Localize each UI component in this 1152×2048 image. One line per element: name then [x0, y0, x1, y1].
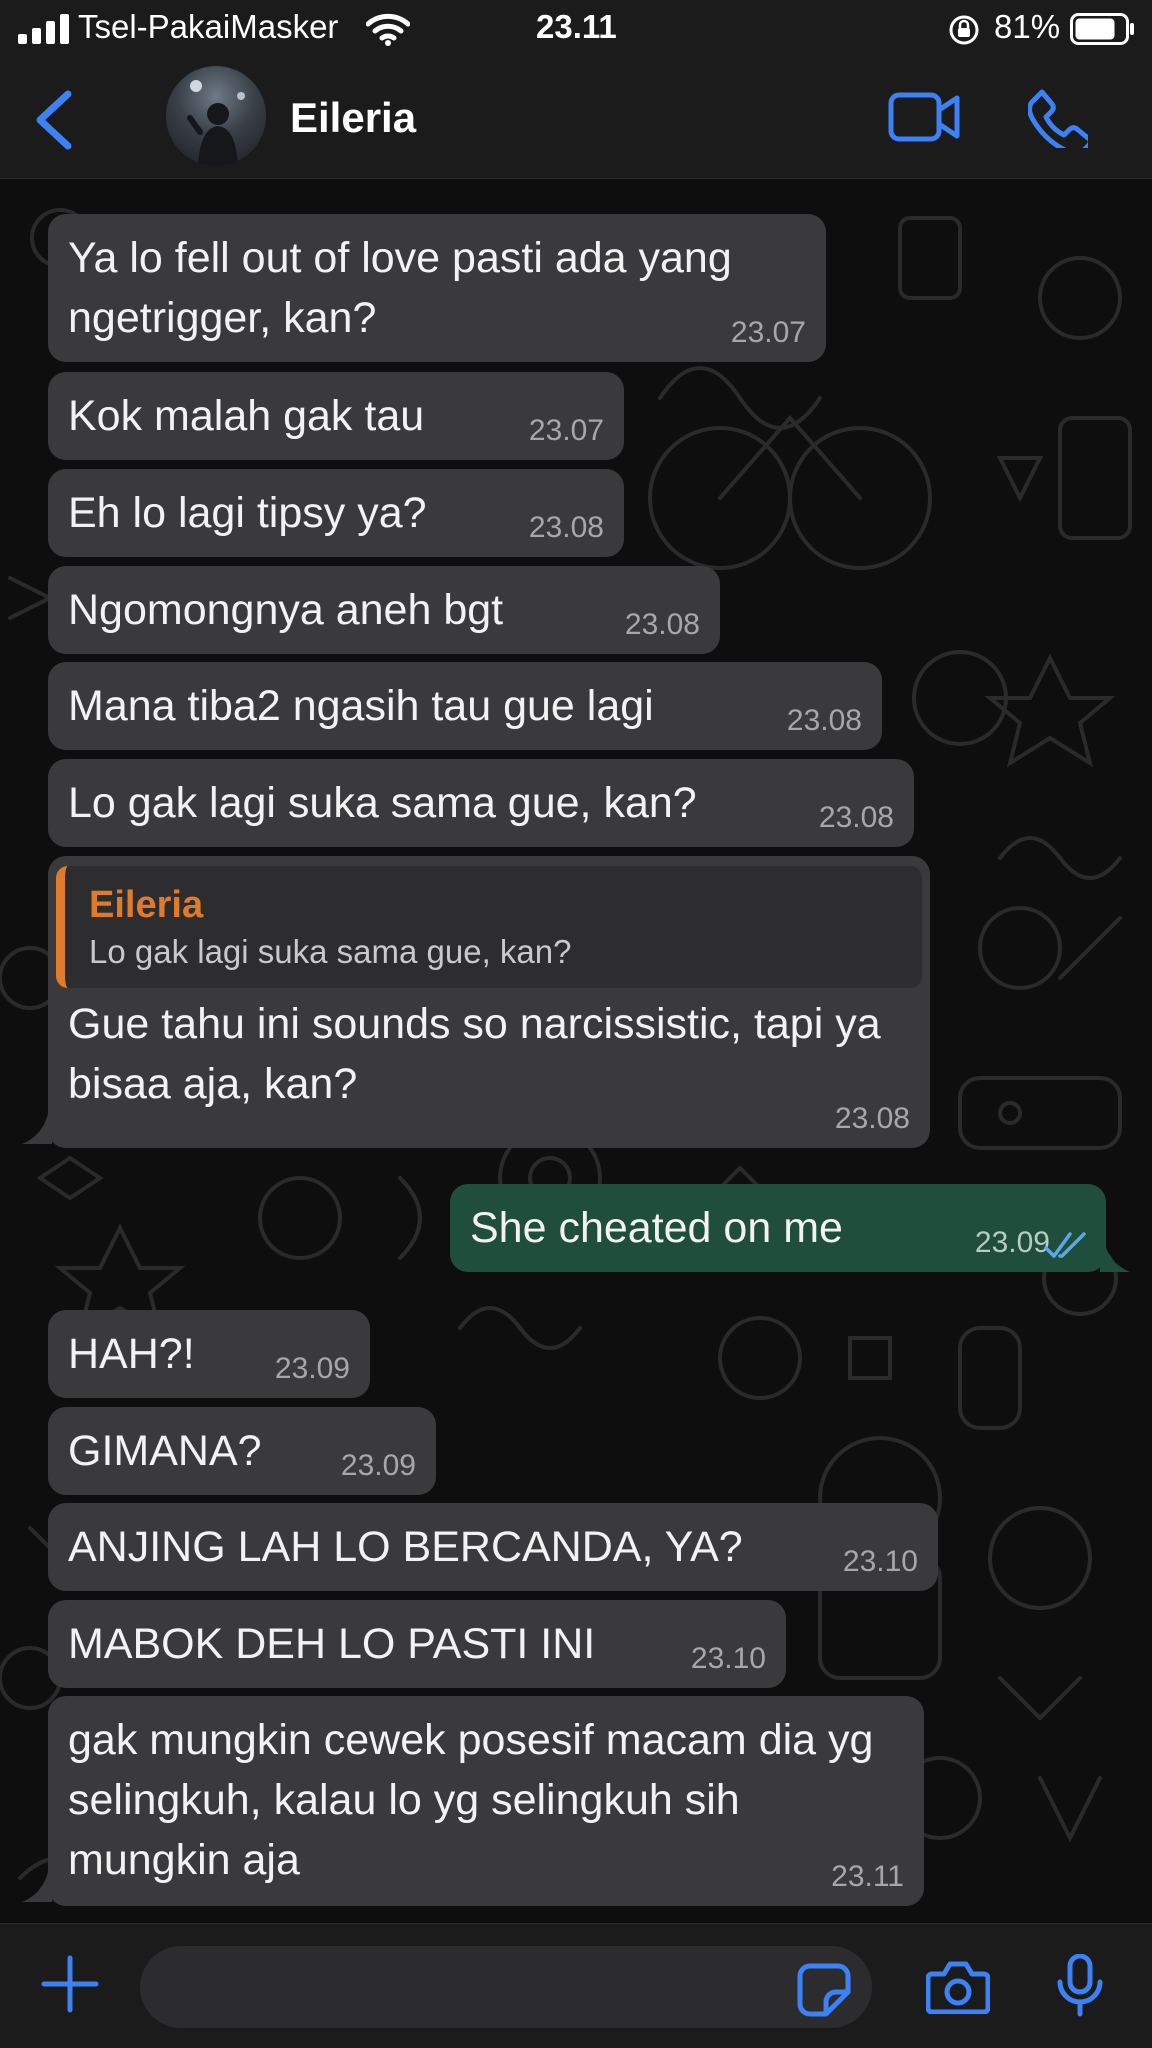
message-bubble-incoming[interactable]: Lo gak lagi suka sama gue, kan? 23.08: [48, 759, 914, 847]
message-bubble-incoming[interactable]: Ngomongnya aneh bgt 23.08: [48, 566, 720, 654]
message-time: 23.07: [528, 414, 604, 447]
carrier-name: Tsel-PakaiMasker: [78, 8, 339, 45]
chat-header: Eileria: [0, 60, 1152, 179]
message-time: 23.10: [690, 1642, 766, 1675]
camera-icon[interactable]: [926, 1960, 990, 2014]
message-time: 23.08: [834, 1102, 910, 1135]
video-camera-icon[interactable]: [888, 90, 960, 144]
message-text: MABOK DEH LO PASTI INI: [68, 1620, 596, 1668]
message-text: She cheated on me: [470, 1204, 843, 1252]
message-time: 23.07: [730, 316, 806, 349]
message-text: HAH?!: [68, 1330, 195, 1378]
message-bubble-incoming[interactable]: Mana tiba2 ngasih tau gue lagi 23.08: [48, 662, 882, 750]
message-bubble-incoming[interactable]: Eh lo lagi tipsy ya? 23.08: [48, 469, 624, 557]
message-text: Gue tahu ini sounds so narcissistic, tap…: [68, 1000, 881, 1108]
message-text: Mana tiba2 ngasih tau gue lagi: [68, 682, 654, 730]
plus-icon[interactable]: [40, 1954, 100, 2014]
message-time: 23.09: [274, 1352, 350, 1385]
message-bubble-incoming[interactable]: MABOK DEH LO PASTI INI 23.10: [48, 1600, 786, 1688]
message-time: 23.08: [786, 704, 862, 737]
message-time: 23.10: [842, 1545, 918, 1578]
message-time: 23.09: [340, 1449, 416, 1482]
message-text: gak mungkin cewek posesif macam dia yg s…: [68, 1716, 874, 1884]
message-bubble-incoming[interactable]: gak mungkin cewek posesif macam dia yg s…: [48, 1696, 924, 1906]
message-input[interactable]: [140, 1946, 872, 2028]
message-text: Kok malah gak tau: [68, 392, 425, 440]
message-bubble-incoming[interactable]: ANJING LAH LO BERCANDA, YA? 23.10: [48, 1503, 938, 1591]
quoted-message[interactable]: Eileria Lo gak lagi suka sama gue, kan?: [56, 866, 922, 988]
message-text: Lo gak lagi suka sama gue, kan?: [68, 779, 697, 827]
wifi-icon: [366, 13, 410, 46]
message-bubble-incoming[interactable]: Kok malah gak tau 23.07: [48, 372, 624, 460]
status-bar: Tsel-PakaiMasker 23.11 81%: [0, 0, 1152, 60]
message-text: GIMANA?: [68, 1427, 262, 1475]
signal-strength-icon: [18, 14, 69, 44]
chat-screen: Tsel-PakaiMasker 23.11 81% Eileria Ya lo…: [0, 0, 1152, 2048]
message-bubble-incoming-reply[interactable]: Eileria Lo gak lagi suka sama gue, kan? …: [48, 856, 930, 1148]
message-bubble-incoming[interactable]: GIMANA? 23.09: [48, 1407, 436, 1495]
battery-percentage: 81%: [994, 8, 1061, 45]
avatar-silhouette: [187, 80, 245, 166]
message-text: ANJING LAH LO BERCANDA, YA?: [68, 1523, 743, 1571]
read-receipt-icon: [1044, 1232, 1086, 1258]
message-bubble-incoming[interactable]: Ya lo fell out of love pasti ada yang ng…: [48, 214, 826, 362]
message-time: 23.08: [818, 801, 894, 834]
rotation-lock-icon: [949, 15, 979, 45]
quoted-text: Lo gak lagi suka sama gue, kan?: [89, 933, 572, 970]
message-bubble-incoming[interactable]: HAH?! 23.09: [48, 1310, 370, 1398]
message-time: 23.11: [831, 1860, 904, 1893]
message-bubble-outgoing[interactable]: She cheated on me 23.09: [450, 1184, 1106, 1272]
bubble-tail: [22, 1872, 52, 1902]
bubble-tail: [1100, 1242, 1130, 1272]
avatar[interactable]: [166, 66, 266, 166]
status-time: 23.11: [536, 8, 617, 45]
sticker-icon[interactable]: [796, 1962, 852, 2018]
contact-name[interactable]: Eileria: [290, 94, 416, 142]
message-text: Ngomongnya aneh bgt: [68, 586, 504, 634]
phone-icon[interactable]: [1028, 88, 1088, 148]
quoted-sender-name: Eileria: [89, 884, 204, 926]
bubble-tail: [22, 1114, 52, 1144]
message-text: Eh lo lagi tipsy ya?: [68, 489, 427, 537]
microphone-icon[interactable]: [1056, 1954, 1104, 2018]
message-time: 23.08: [624, 608, 700, 641]
message-time: 23.08: [528, 511, 604, 544]
message-time: 23.09: [974, 1226, 1050, 1259]
message-text: Ya lo fell out of love pasti ada yang ng…: [68, 234, 732, 342]
chevron-left-icon[interactable]: [30, 88, 76, 152]
battery-icon: [1070, 13, 1134, 45]
message-input-bar: [0, 1923, 1152, 2048]
